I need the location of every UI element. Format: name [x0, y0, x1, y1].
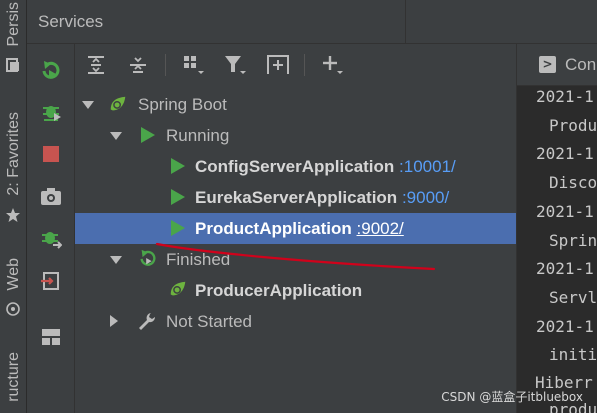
action-column: [27, 44, 75, 413]
tree-node-running[interactable]: Running: [75, 120, 516, 151]
screenshot-button[interactable]: [39, 184, 63, 208]
tree-node-producer-application[interactable]: ProducerApplication: [75, 275, 516, 306]
tree-node-finished[interactable]: Finished: [75, 244, 516, 275]
spring-boot-icon: [168, 279, 188, 299]
service-name: ProducerApplication: [195, 280, 363, 300]
filter-icon: [225, 56, 246, 74]
login-icon: [41, 272, 59, 290]
spring-boot-icon: [108, 94, 128, 114]
stop-icon: [43, 146, 59, 162]
toolbar-divider: [304, 54, 305, 76]
spring-boot-label: Spring Boot: [138, 94, 227, 114]
collapsed-arrow-icon: [110, 315, 118, 327]
tree-node-product-application[interactable]: ProductApplication :9002/: [75, 213, 516, 244]
collapse-all-button[interactable]: [126, 53, 150, 77]
console-line: 2021-1: [536, 144, 594, 163]
tab-favorites[interactable]: 2: Favorites: [0, 100, 27, 208]
tree-node-eureka-server[interactable]: EurekaServerApplication :9000/: [75, 182, 516, 213]
tab-persistence-label: Persis: [4, 1, 22, 47]
header-divider: [405, 0, 406, 44]
attach-button[interactable]: [39, 269, 63, 293]
run-icon: [168, 187, 188, 207]
console-panel: > Con 2021-1 Produ 2021-1 Disco 2021-1 S…: [516, 44, 597, 413]
tab-structure[interactable]: ructure: [0, 340, 27, 413]
layout-icon: [42, 329, 60, 345]
tab-favorites-label: 2: Favorites: [4, 112, 22, 196]
console-line: 2021-1: [536, 317, 594, 336]
console-line: initi: [549, 345, 597, 364]
service-label: ProductApplication :9002/: [195, 219, 404, 239]
console-icon: >: [539, 56, 556, 73]
service-name: EurekaServerApplication: [195, 187, 398, 207]
service-label: EurekaServerApplication :9000/: [195, 188, 449, 208]
bug-arrow-icon: [42, 232, 62, 249]
console-line: Sprin: [549, 231, 597, 250]
service-port-link[interactable]: :10001/: [399, 157, 456, 176]
console-line: 2021-1: [536, 87, 594, 106]
tab-structure-label: ructure: [4, 351, 22, 402]
run-icon: [168, 218, 188, 238]
tab-web[interactable]: Web: [0, 252, 27, 296]
console-line: Produ: [549, 116, 597, 135]
debug-icon: [43, 106, 61, 121]
rerun-icon: [42, 61, 60, 79]
tree-node-not-started[interactable]: Not Started: [75, 306, 516, 337]
plus-icon: [323, 56, 343, 74]
expand-all-button[interactable]: [84, 53, 108, 77]
layout-button[interactable]: [39, 325, 63, 349]
wrench-icon: [137, 311, 157, 331]
debug-button[interactable]: [39, 99, 63, 123]
tab-persistence[interactable]: Persis: [0, 0, 27, 48]
console-line: Servl: [549, 288, 597, 307]
add-service-button[interactable]: [321, 53, 345, 77]
expanded-arrow-icon: [82, 101, 94, 109]
not-started-label: Not Started: [166, 311, 252, 331]
watermark: CSDN @蓝盒子itbluebox: [441, 390, 583, 404]
camera-icon: [41, 188, 61, 205]
tab-web-label: Web: [4, 257, 22, 291]
running-label: Running: [166, 125, 230, 145]
rerun-button[interactable]: [39, 58, 63, 82]
tree-node-config-server[interactable]: ConfigServerApplication :10001/: [75, 151, 516, 182]
web-icon: [4, 300, 22, 318]
debug-settings-button[interactable]: [39, 226, 63, 250]
panel-title: Services: [38, 12, 104, 31]
services-toolbar: [75, 44, 516, 86]
console-line: 2021-1: [536, 259, 594, 278]
filter-button[interactable]: [224, 53, 248, 77]
services-header: Services: [27, 0, 597, 44]
service-name: ProductApplication: [195, 218, 352, 238]
run-icon: [138, 125, 158, 145]
new-group-button[interactable]: [266, 53, 290, 77]
run-icon: [168, 156, 188, 176]
services-tree: Spring Boot Running ConfigServerApplicat…: [75, 86, 516, 413]
tree-node-spring-boot[interactable]: Spring Boot: [75, 89, 516, 120]
toolbar-divider: [165, 54, 166, 76]
finished-label: Finished: [166, 249, 231, 269]
finished-rerun-icon: [138, 248, 158, 268]
new-group-icon: [267, 55, 289, 74]
service-port-link[interactable]: :9000/: [402, 188, 449, 207]
service-name: ConfigServerApplication: [195, 156, 395, 176]
persistence-icon: [4, 56, 22, 74]
group-icon: [184, 56, 204, 74]
stop-button[interactable]: [39, 142, 63, 166]
star-icon: [4, 206, 22, 224]
expanded-arrow-icon: [110, 132, 122, 140]
left-tool-strip: Persis 2: Favorites Web ructure: [0, 0, 27, 413]
collapse-all-icon: [130, 57, 146, 73]
tab-console[interactable]: > Con: [517, 44, 597, 86]
service-port-link[interactable]: :9002/: [357, 219, 404, 238]
console-line: 2021-1: [536, 202, 594, 221]
console-tab-label: Con: [565, 55, 597, 74]
group-by-button[interactable]: [182, 53, 206, 77]
expanded-arrow-icon: [110, 256, 122, 264]
service-label: ConfigServerApplication :10001/: [195, 157, 456, 177]
expand-all-icon: [88, 56, 104, 74]
console-line: Disco: [549, 173, 597, 192]
